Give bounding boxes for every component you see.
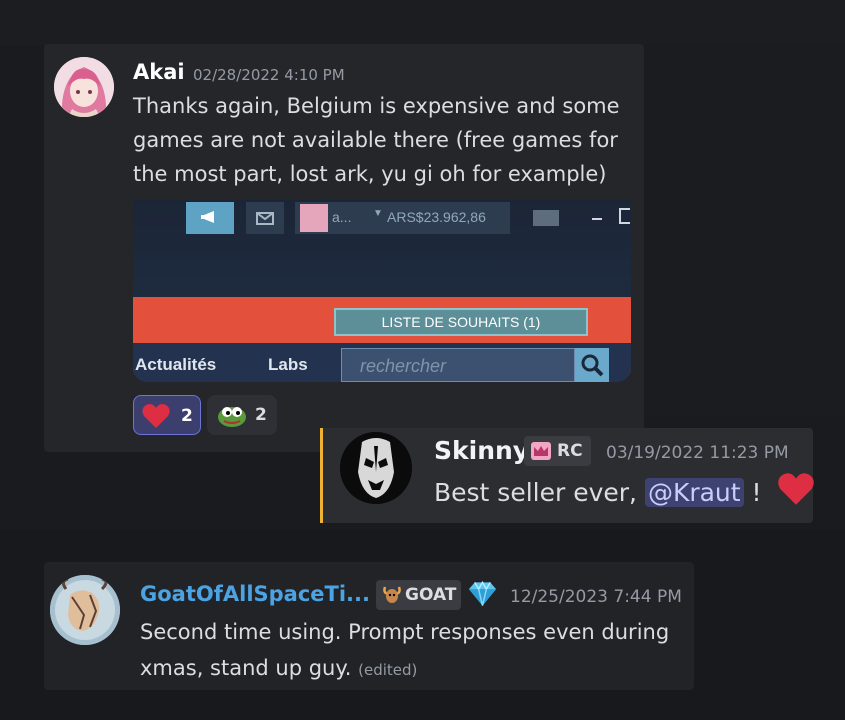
avatar[interactable] bbox=[50, 575, 120, 645]
crown-icon bbox=[531, 442, 551, 460]
role-tag-label: GOAT bbox=[405, 585, 457, 605]
image-attachment[interactable]: a... ▼ ARS$23.962,86 LISTE DE SOUHAITS (… bbox=[133, 200, 631, 382]
message-text-part: Best seller ever, bbox=[434, 478, 645, 507]
black-white-face-avatar-icon bbox=[340, 432, 412, 504]
reaction-pepe[interactable]: 2 bbox=[207, 395, 277, 435]
pink-hair-anime-avatar-icon bbox=[54, 57, 114, 117]
chevron-down-icon: ▼ bbox=[373, 208, 383, 219]
message-text: Second time using. Prompt responses even… bbox=[140, 614, 680, 688]
role-tag-label: RC bbox=[557, 441, 583, 461]
message-text: Thanks again, Belgium is expensive and s… bbox=[133, 94, 620, 186]
embed-account-avatar bbox=[300, 204, 328, 232]
minimize-icon bbox=[592, 218, 602, 220]
edited-label: (edited) bbox=[358, 661, 418, 679]
role-tag: RC bbox=[524, 436, 591, 466]
reaction-count: 2 bbox=[255, 405, 267, 425]
goat-sketch-avatar-icon bbox=[50, 575, 120, 645]
embed-search-button bbox=[575, 348, 609, 382]
username[interactable]: Akai bbox=[133, 60, 185, 84]
background-right bbox=[645, 45, 845, 415]
avatar[interactable] bbox=[54, 57, 114, 117]
embed-balance: ARS$23.962,86 bbox=[387, 209, 486, 225]
background-top bbox=[0, 0, 845, 45]
username[interactable]: Skinny bbox=[434, 436, 529, 465]
maximize-icon bbox=[619, 208, 630, 224]
heart-icon bbox=[777, 473, 814, 505]
embed-account-dropdown: a... ▼ ARS$23.962,86 bbox=[295, 202, 510, 234]
role-tag: GOAT bbox=[376, 580, 461, 610]
timestamp: 03/19/2022 11:23 PM bbox=[606, 443, 789, 463]
user-mention[interactable]: @Kraut bbox=[644, 478, 744, 507]
embed-account-name: a... bbox=[332, 209, 352, 225]
goat-icon bbox=[383, 586, 401, 603]
message-text: Best seller ever, @Kraut ! bbox=[434, 472, 816, 512]
fullscreen-icon bbox=[533, 210, 559, 226]
reaction-heart[interactable]: 2 bbox=[133, 395, 201, 435]
embed-nav-labs: Labs bbox=[268, 355, 308, 374]
heart-icon bbox=[142, 404, 170, 428]
embed-nav-news: Actualités bbox=[135, 355, 217, 374]
pepe-icon bbox=[218, 407, 246, 427]
timestamp: 02/28/2022 4:10 PM bbox=[193, 66, 345, 84]
envelope-icon bbox=[256, 212, 274, 225]
embed-broadcast-button bbox=[186, 202, 234, 234]
avatar[interactable] bbox=[340, 432, 412, 504]
embed-search-field: rechercher bbox=[341, 348, 575, 382]
message-text-part: ! bbox=[743, 478, 762, 507]
diamond-icon bbox=[468, 580, 497, 606]
timestamp: 12/25/2023 7:44 PM bbox=[510, 587, 682, 607]
search-icon bbox=[581, 354, 604, 377]
reaction-count: 2 bbox=[181, 406, 193, 426]
username[interactable]: GoatOfAllSpaceTi... bbox=[140, 582, 370, 606]
embed-wishlist-button: LISTE DE SOUHAITS (1) bbox=[334, 308, 588, 336]
embed-mail-button bbox=[246, 202, 284, 234]
megaphone-icon bbox=[201, 211, 214, 223]
